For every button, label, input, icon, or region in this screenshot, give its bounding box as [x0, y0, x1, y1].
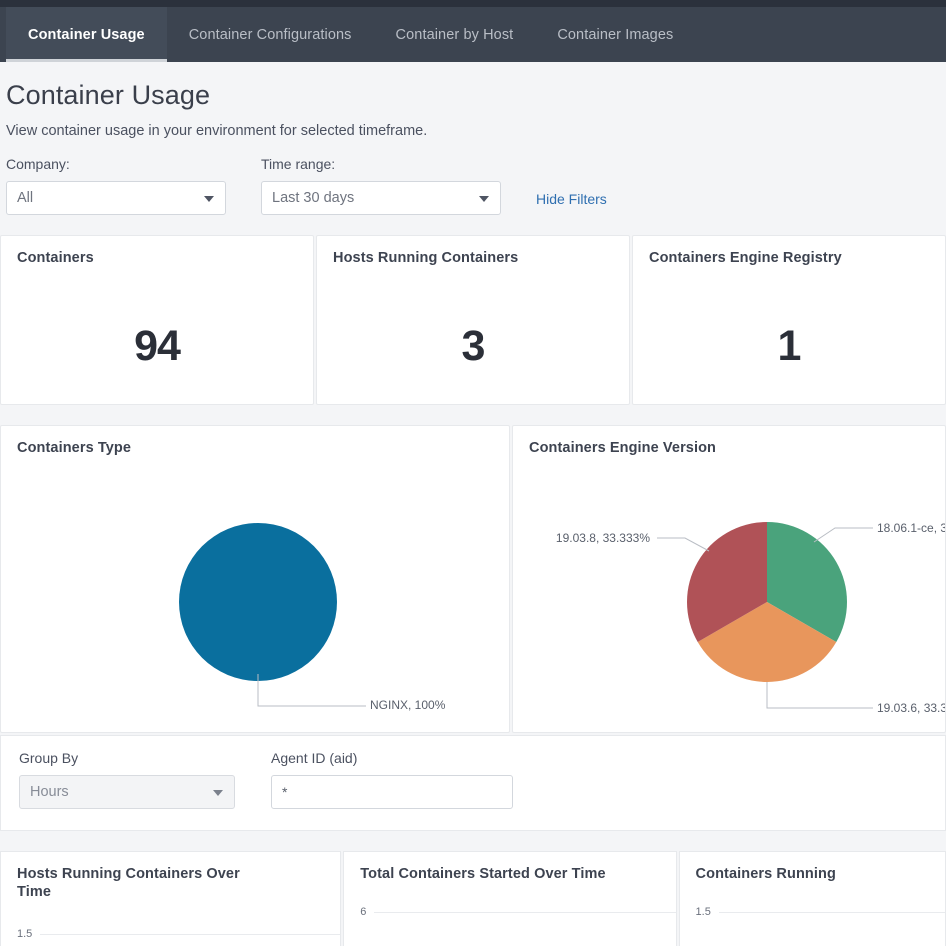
kpi-card-containers-engine-registry-value: 1: [633, 322, 945, 371]
chart-card-hosts-running-containers-over-time: Hosts Running Containers Over Time 1.5: [0, 851, 341, 946]
group-by-field: Group By Hours: [19, 750, 235, 809]
pie-row: Containers Type NGINX, 100% Containers E…: [0, 425, 946, 733]
page-subtitle: View container usage in your environment…: [6, 123, 946, 139]
pie-label-nginx: NGINX, 100%: [370, 698, 445, 712]
containers-engine-version-pie-chart: [513, 426, 945, 732]
group-by-label: Group By: [19, 750, 235, 766]
gridline: [719, 912, 945, 913]
tab-container-configurations[interactable]: Container Configurations: [167, 7, 374, 62]
chart-card-total-containers-started-over-time-title: Total Containers Started Over Time: [360, 866, 659, 884]
pie-label-19038: 19.03.8, 33.333%: [556, 531, 650, 545]
y-axis-tick: 1.5: [17, 928, 32, 940]
chart-card-containers-running-title: Containers Running: [696, 866, 929, 884]
tab-container-images-label: Container Images: [557, 27, 673, 43]
y-axis-tick: 1.5: [696, 906, 711, 918]
agent-id-label: Agent ID (aid): [271, 750, 513, 766]
total-containers-started-over-time-axis: 6: [360, 906, 675, 918]
hosts-running-containers-over-time-axis: 1.5: [17, 928, 340, 940]
kpi-card-containers: Containers 94: [0, 235, 314, 405]
containers-type-pie-svg: [1, 426, 510, 733]
kpi-card-containers-engine-registry: Containers Engine Registry 1: [632, 235, 946, 405]
kpi-card-containers-value: 94: [1, 322, 313, 371]
pie-callout-line-18061ce: [814, 528, 873, 542]
timeseries-row: Hosts Running Containers Over Time 1.5 T…: [0, 851, 946, 946]
agent-id-input[interactable]: [271, 775, 513, 809]
tab-container-configurations-label: Container Configurations: [189, 27, 352, 43]
company-select[interactable]: All: [6, 181, 226, 215]
kpi-card-hosts-running-containers-title: Hosts Running Containers: [333, 250, 613, 266]
hide-filters-link[interactable]: Hide Filters: [536, 191, 607, 215]
gridline: [374, 912, 675, 913]
chart-card-containers-running: Containers Running 1.5: [679, 851, 946, 946]
containers-running-axis: 1.5: [696, 906, 945, 918]
tab-container-by-host[interactable]: Container by Host: [374, 7, 536, 62]
tab-container-usage-label: Container Usage: [28, 27, 145, 43]
primary-nav: Container Usage Container Configurations…: [0, 7, 946, 62]
containers-engine-version-pie-svg: [513, 426, 946, 733]
tab-container-usage[interactable]: Container Usage: [6, 7, 167, 62]
company-filter-label: Company:: [6, 156, 226, 172]
pie-label-19036: 19.03.6, 33.3: [877, 701, 946, 715]
kpi-card-hosts-running-containers: Hosts Running Containers 3: [316, 235, 630, 405]
group-by-select[interactable]: Hours: [19, 775, 235, 809]
tab-container-images[interactable]: Container Images: [535, 7, 695, 62]
kpi-card-hosts-running-containers-value: 3: [317, 322, 629, 371]
chart-card-containers-type: Containers Type NGINX, 100%: [0, 425, 510, 733]
chart-card-hosts-running-containers-over-time-title: Hosts Running Containers Over Time: [17, 866, 247, 901]
containers-type-pie-chart: [1, 426, 509, 732]
page-title: Container Usage: [6, 80, 946, 111]
chevron-down-icon: [204, 196, 214, 202]
group-by-select-value: Hours: [30, 784, 69, 800]
pie-callout-line-19038: [657, 538, 709, 551]
timerange-filter: Time range: Last 30 days: [261, 156, 501, 215]
chart-card-total-containers-started-over-time: Total Containers Started Over Time 6: [343, 851, 676, 946]
y-axis-tick: 6: [360, 906, 366, 918]
agent-id-field: Agent ID (aid): [271, 750, 513, 809]
company-select-value: All: [17, 190, 33, 206]
pie-callout-line-nginx: [258, 681, 366, 706]
gridline: [40, 934, 340, 935]
pie-slice-nginx[interactable]: [179, 523, 337, 681]
filter-bar: Company: All Time range: Last 30 days Hi…: [6, 156, 946, 215]
tab-container-by-host-label: Container by Host: [396, 27, 514, 43]
window-top-strip: [0, 0, 946, 7]
timerange-filter-label: Time range:: [261, 156, 501, 172]
chart-card-containers-engine-version: Containers Engine Version 18.06.1-ce, 33…: [512, 425, 946, 733]
pie-label-18061ce: 18.06.1-ce, 33: [877, 521, 946, 535]
chevron-down-icon: [213, 790, 223, 796]
timerange-select-value: Last 30 days: [272, 190, 354, 206]
company-filter: Company: All: [6, 156, 226, 215]
page-header: Container Usage View container usage in …: [0, 62, 946, 215]
groupby-bar: Group By Hours Agent ID (aid): [0, 735, 946, 831]
chevron-down-icon: [479, 196, 489, 202]
kpi-row: Containers 94 Hosts Running Containers 3…: [0, 235, 946, 405]
kpi-card-containers-engine-registry-title: Containers Engine Registry: [649, 250, 929, 266]
kpi-card-containers-title: Containers: [17, 250, 297, 266]
timerange-select[interactable]: Last 30 days: [261, 181, 501, 215]
pie-callout-line-19036: [767, 682, 873, 708]
